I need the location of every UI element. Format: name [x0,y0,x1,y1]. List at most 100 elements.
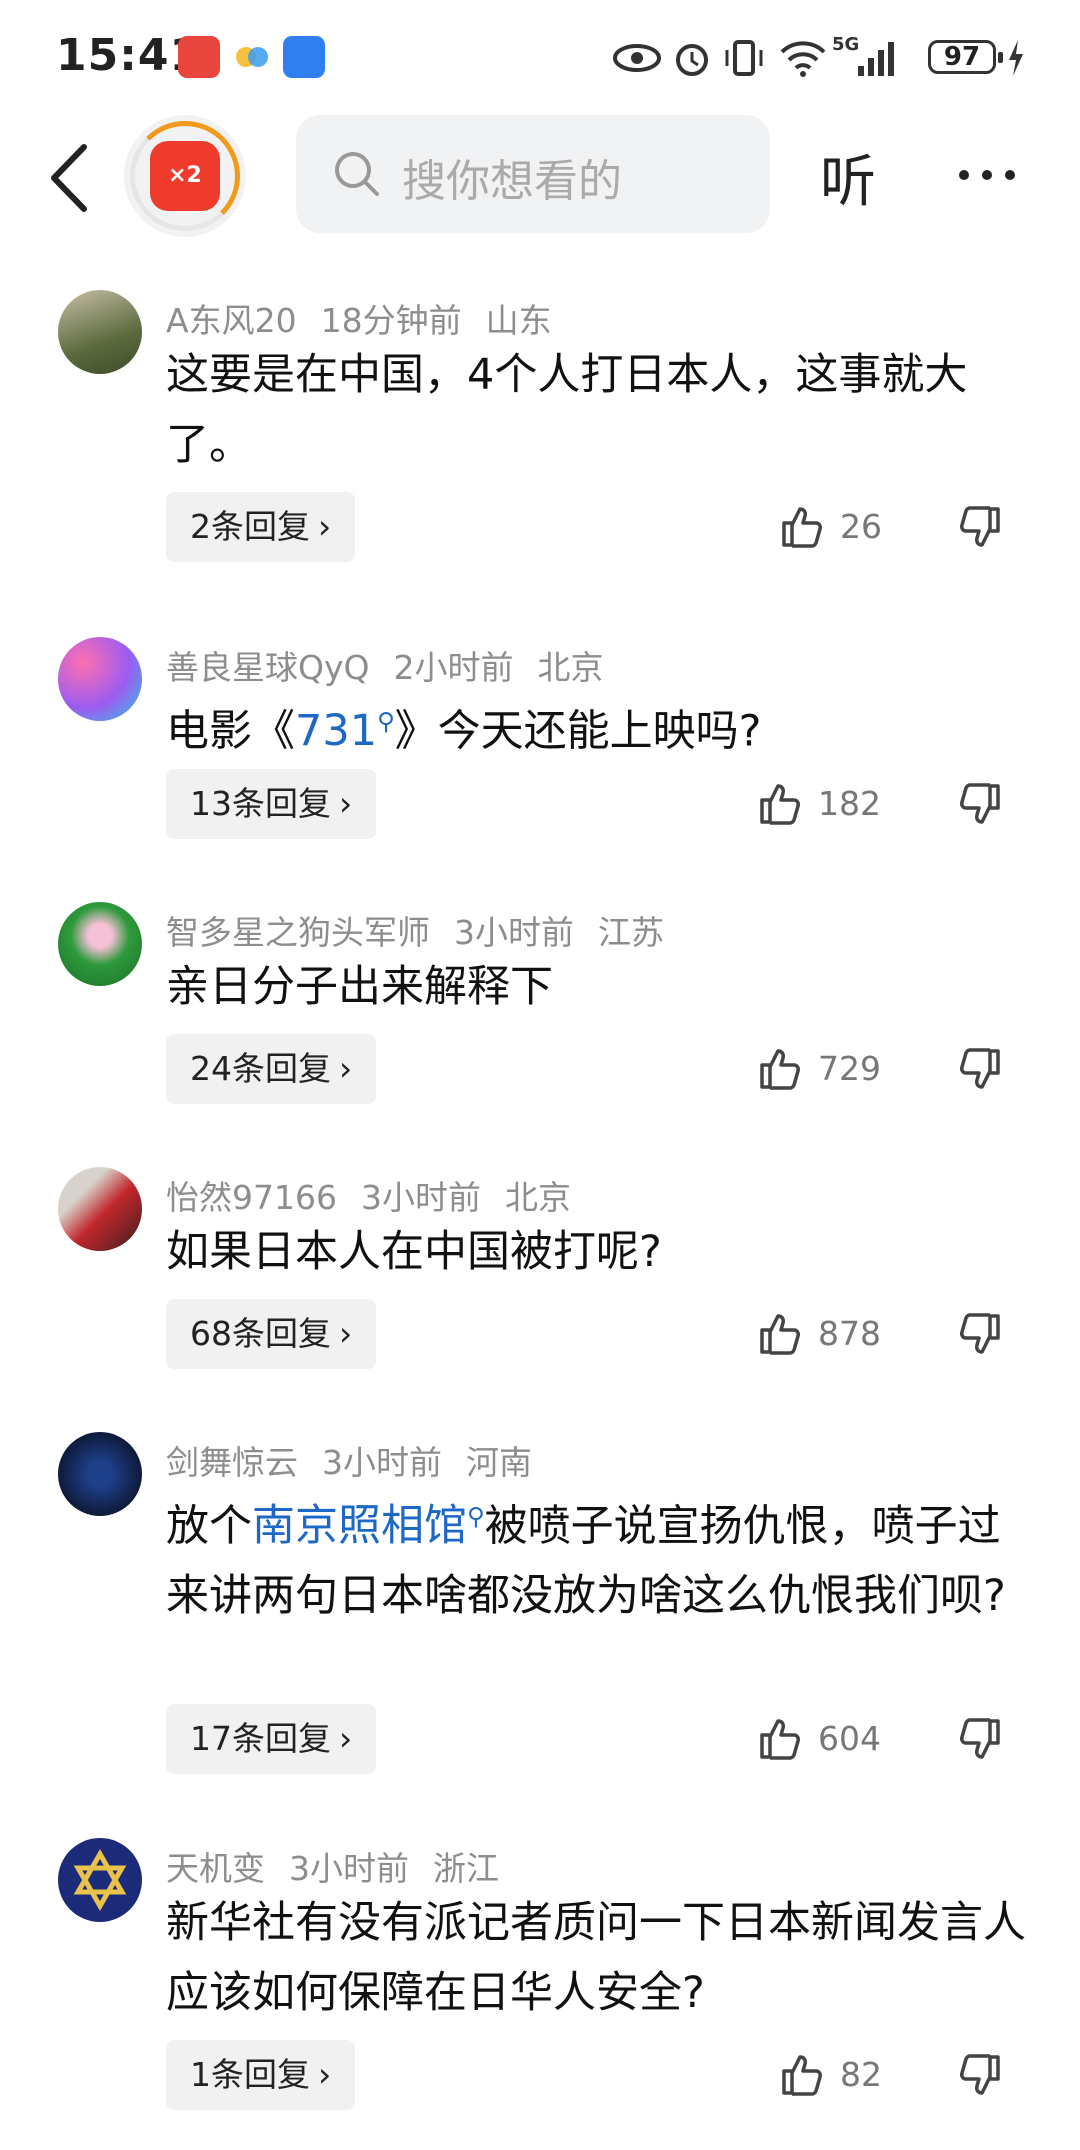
thumbs-up-icon [760,784,800,825]
chevron-right-icon: › [318,2055,332,2094]
thumbs-down-icon[interactable] [956,2051,1004,2099]
search-link-label: 南京照相馆 [252,1501,467,1552]
comment-location: 北京 [504,1178,571,1217]
listen-button[interactable]: 听 [820,137,876,218]
search-link[interactable]: 731⚲ [295,706,395,756]
chevron-right-icon: › [339,1719,353,1758]
comment-text: 这要是在中国，4个人打日本人，这事就大了。 [166,350,968,470]
eye-icon [613,44,661,72]
thumbs-up-icon [782,507,822,548]
reply-count-button[interactable]: 13条回复 › [166,769,377,839]
charging-icon [1009,40,1023,76]
reply-count-button[interactable]: 2条回复 › [166,492,356,562]
thumbs-down-icon[interactable] [956,780,1004,828]
comment-time: 3小时前 [322,1443,442,1482]
comment-time: 18分钟前 [320,301,462,340]
search-small-icon: ⚲ [467,1503,485,1531]
like-button[interactable]: 182 [756,774,906,834]
like-count: 604 [818,1719,881,1758]
search-icon [335,152,379,196]
comment-meta: 剑舞惊云 3小时前 河南 [166,1436,556,1484]
like-button[interactable]: 729 [756,1039,906,1099]
back-button[interactable] [40,139,100,217]
avatar[interactable] [58,637,142,721]
comment-text-part: 》今天还能上映吗? [394,706,762,757]
like-button[interactable]: 82 [778,2045,898,2105]
comment-text: 亲日分子出来解释下 [166,962,553,1012]
thumbs-up-icon [760,1314,800,1355]
comment-time: 3小时前 [289,1849,409,1888]
comment-meta: 天机变 3小时前 浙江 [166,1842,523,1890]
comment-meta: 智多星之狗头军师 3小时前 江苏 [166,906,688,954]
comment-username[interactable]: A东风20 [166,301,297,340]
thumbs-down-icon[interactable] [956,1310,1004,1358]
comment-text: 如果日本人在中国被打呢? [166,1227,662,1277]
top-bar: ×2 搜你想看的 听 [0,115,1080,240]
like-button[interactable]: 26 [778,497,898,557]
comment-location: 山东 [485,301,552,340]
search-link[interactable]: 南京照相馆⚲ [252,1501,485,1551]
wifi-icon [780,41,826,77]
comment-meta: A东风20 18分钟前 山东 [166,294,576,342]
reply-count-label: 1条回复 [190,2055,310,2094]
comment-time: 3小时前 [454,913,574,952]
like-count: 82 [840,2055,882,2094]
comment-time: 2小时前 [393,648,514,687]
app-notification-icon [178,36,220,78]
comment-meta: 怡然97166 3小时前 北京 [166,1171,595,1219]
thumbs-up-icon [760,1719,800,1760]
avatar[interactable] [58,290,142,374]
avatar[interactable] [58,1167,142,1251]
reply-count-button[interactable]: 17条回复 › [166,1704,377,1774]
comment-username[interactable]: 剑舞惊云 [166,1443,298,1482]
thumbs-down-icon[interactable] [956,503,1004,551]
comment-location: 河南 [466,1443,532,1482]
reply-count-label: 24条回复 [190,1049,331,1088]
comment-text: 放个南京照相馆⚲被喷子说宣扬仇恨，喷子过来讲两句日本啥都没放为啥这么仇恨我们呗? [166,1482,1026,1631]
alarm-icon [676,44,708,76]
comment-username[interactable]: 怡然97166 [166,1178,337,1217]
chevron-right-icon: › [339,1314,353,1353]
search-input[interactable]: 搜你想看的 [296,115,770,233]
comment-text-part: 电影《 [166,706,295,757]
more-icon[interactable] [952,145,1022,205]
reply-count-button[interactable]: 24条回复 › [166,1034,377,1104]
comment-username[interactable]: 智多星之狗头军师 [166,913,430,952]
comment-text: 电影《731⚲》今天还能上映吗? [166,687,1026,766]
avatar[interactable] [58,1838,142,1922]
comment-location: 北京 [537,648,604,687]
avatar[interactable] [58,902,142,986]
search-placeholder: 搜你想看的 [402,156,622,207]
battery-indicator: 97 [928,40,1003,74]
thumbs-down-icon[interactable] [956,1045,1004,1093]
avatar[interactable] [58,1432,142,1516]
like-count: 182 [818,784,881,823]
thumbs-up-icon [782,2055,822,2096]
app-notification-icon [283,36,325,78]
like-count: 729 [818,1049,881,1088]
chevron-right-icon: › [339,1049,353,1088]
reply-count-button[interactable]: 68条回复 › [166,1299,377,1369]
comment-location: 江苏 [598,913,664,952]
comment-username[interactable]: 善良星球QyQ [166,648,369,687]
search-link-label: 731 [295,706,378,757]
thumbs-down-icon[interactable] [956,1715,1004,1763]
comment-text: 新华社有没有派记者质问一下日本新闻发言人应该如何保障在日华人安全? [166,1898,1026,2018]
comment-location: 浙江 [433,1849,499,1888]
like-count: 878 [818,1314,881,1353]
status-bar: 15:41 5G 97 [0,0,1080,115]
app-notification-icon [236,47,268,67]
like-button[interactable]: 878 [756,1304,906,1364]
reply-count-button[interactable]: 1条回复 › [166,2040,356,2110]
comment-username[interactable]: 天机变 [166,1849,265,1888]
vibrate-icon [725,40,763,76]
reply-count-label: 68条回复 [190,1314,331,1353]
chevron-right-icon: › [318,507,332,546]
reply-count-label: 2条回复 [190,507,310,546]
signal-icon [858,42,894,76]
red-packet-button[interactable]: ×2 [124,115,246,237]
like-button[interactable]: 604 [756,1709,906,1769]
comment-time: 3小时前 [360,1178,481,1217]
reply-count-label: 17条回复 [190,1719,331,1758]
comment-text-part: 放个 [166,1501,252,1552]
